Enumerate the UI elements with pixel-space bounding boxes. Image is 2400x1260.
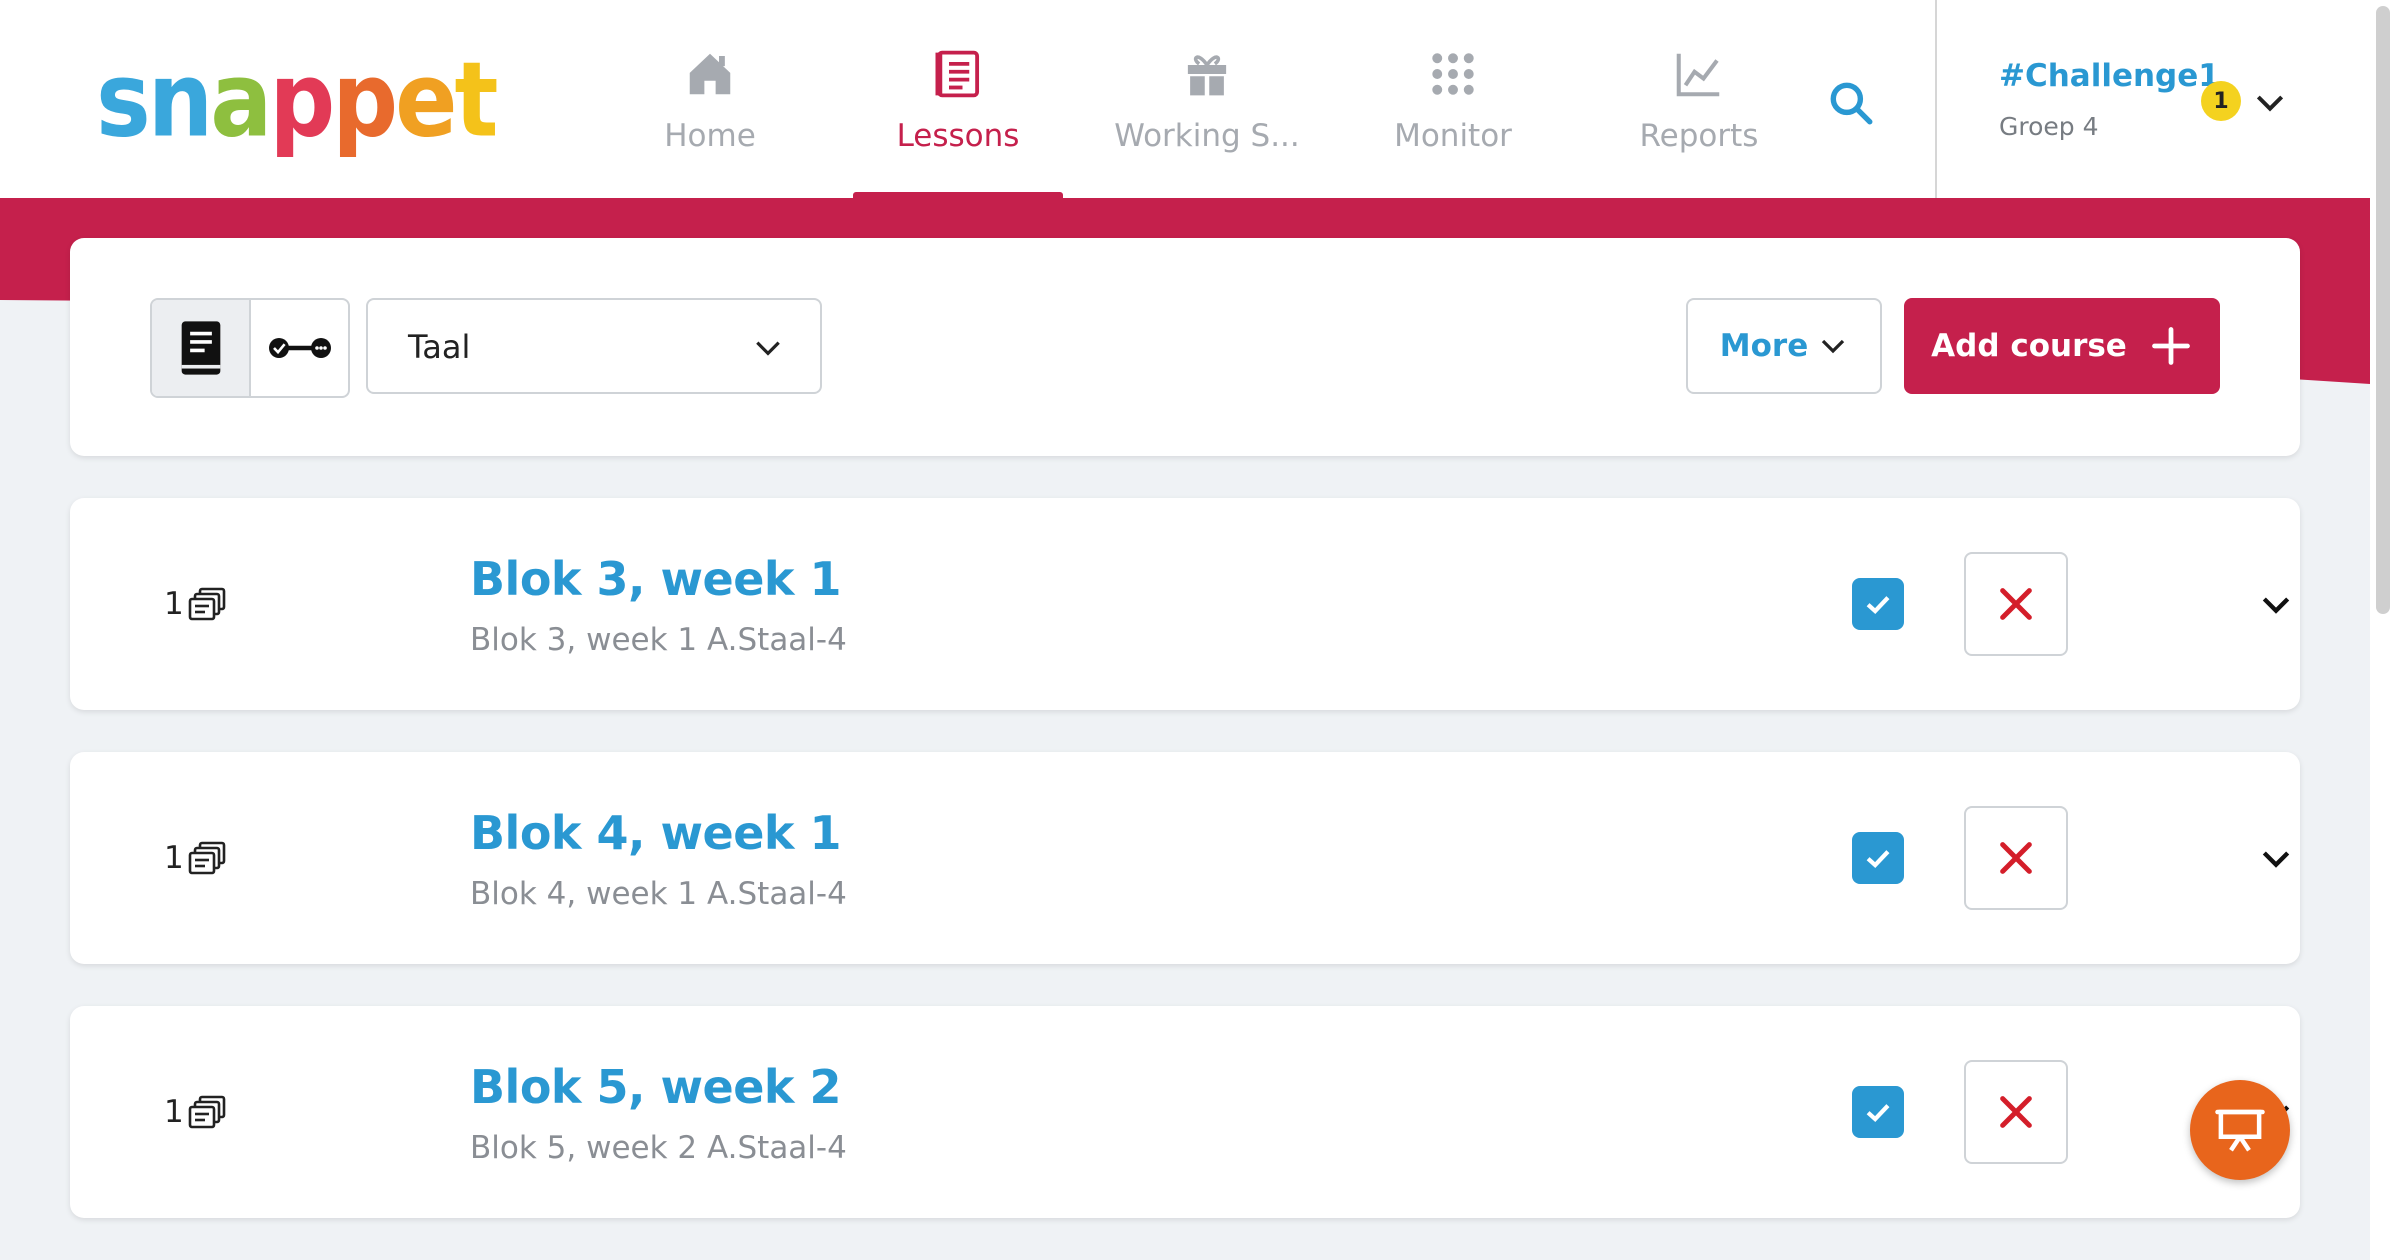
scrollbar-thumb[interactable]: [2376, 6, 2390, 614]
plus-icon: [2151, 327, 2190, 365]
delete-button[interactable]: [1964, 806, 2068, 910]
lesson-count: 1: [164, 586, 226, 622]
nav-working-sets[interactable]: Working S...: [1102, 0, 1312, 198]
subject-select[interactable]: Taal: [366, 298, 822, 394]
logo-letter: n: [147, 40, 213, 161]
chevron-down-icon: [1822, 339, 1845, 354]
chevron-down-icon: [2262, 597, 2290, 614]
notification-badge: 1: [2201, 81, 2241, 121]
snappet-logo[interactable]: snappet: [96, 41, 498, 161]
close-icon: [2000, 1096, 2032, 1128]
lesson-title[interactable]: Blok 4, week 1: [470, 806, 842, 860]
nav-lessons-label: Lessons: [896, 118, 1020, 154]
top-navigation-bar: snappet Home Lessons Working S... Monito…: [0, 0, 2400, 199]
delete-button[interactable]: [1964, 552, 2068, 656]
logo-letter: p: [269, 40, 335, 161]
presentation-button[interactable]: [2190, 1080, 2290, 1180]
lesson-subtitle: Blok 5, week 2 A.Staal-4: [470, 1130, 847, 1166]
search-icon: [1830, 82, 1873, 125]
logo-letter: e: [395, 40, 457, 161]
lesson-subtitle: Blok 4, week 1 A.Staal-4: [470, 876, 847, 912]
logo-letter: p: [332, 40, 398, 161]
lesson-count: 1: [164, 840, 226, 876]
chevron-down-icon: [2262, 851, 2290, 868]
gift-icon: [1177, 44, 1237, 104]
book-view-button[interactable]: [152, 300, 251, 396]
timeline-view-button[interactable]: [251, 300, 348, 396]
nav-monitor[interactable]: Monitor: [1348, 0, 1558, 198]
nav-monitor-label: Monitor: [1394, 118, 1512, 154]
lesson-title[interactable]: Blok 3, week 1: [470, 552, 842, 606]
expand-row-button[interactable]: [2256, 584, 2296, 624]
delete-button[interactable]: [1964, 1060, 2068, 1164]
timeline-icon: [268, 338, 331, 358]
checkmark-icon: [1866, 850, 1890, 869]
logo-letter: t: [454, 40, 498, 161]
presentation-icon: [2215, 1109, 2265, 1152]
home-icon: [680, 44, 740, 104]
account-switcher[interactable]: #Challenge1 Groep 4 1: [1935, 0, 2367, 198]
lesson-title[interactable]: Blok 5, week 2: [470, 1060, 842, 1114]
nav-working-sets-label: Working S...: [1114, 118, 1300, 154]
checkmark-icon: [1866, 1104, 1890, 1123]
lesson-count: 1: [164, 1094, 226, 1130]
nav-home-label: Home: [664, 118, 756, 154]
search-button[interactable]: [1826, 78, 1876, 128]
nav-reports-label: Reports: [1639, 118, 1759, 154]
view-toggle: [150, 298, 350, 398]
copies-icon: [188, 1095, 226, 1129]
nav-home[interactable]: Home: [605, 0, 815, 198]
copies-icon: [188, 587, 226, 621]
chart-line-icon: [1669, 44, 1729, 104]
lesson-row[interactable]: 1 Blok 5, week 2 Blok 5, week 2 A.Staal-…: [70, 1006, 2300, 1218]
more-button[interactable]: More: [1686, 298, 1882, 394]
more-button-label: More: [1719, 328, 1809, 364]
subject-select-value: Taal: [408, 328, 471, 366]
close-icon: [2000, 588, 2032, 620]
grid-dots-icon: [1423, 44, 1483, 104]
account-name: #Challenge1: [1999, 58, 2220, 94]
book-icon: [181, 321, 220, 375]
lesson-subtitle: Blok 3, week 1 A.Staal-4: [470, 622, 847, 658]
nav-reports[interactable]: Reports: [1594, 0, 1804, 198]
lesson-count-value: 1: [164, 840, 184, 876]
expand-row-button[interactable]: [2256, 838, 2296, 878]
chevron-down-icon: [756, 341, 780, 356]
lesson-count-value: 1: [164, 1094, 184, 1130]
lesson-row[interactable]: 1 Blok 4, week 1 Blok 4, week 1 A.Staal-…: [70, 752, 2300, 964]
lesson-checkbox[interactable]: [1852, 1086, 1904, 1138]
lesson-checkbox[interactable]: [1852, 578, 1904, 630]
filter-toolbar: Taal More Add course: [70, 238, 2300, 456]
checkmark-icon: [1866, 596, 1890, 615]
chevron-down-icon[interactable]: [2250, 82, 2290, 122]
copies-icon: [188, 841, 226, 875]
add-course-label: Add course: [1931, 328, 2127, 364]
close-icon: [2000, 842, 2032, 874]
lessons-icon: [928, 44, 988, 104]
logo-letter: s: [96, 40, 151, 161]
lesson-row[interactable]: 1 Blok 3, week 1 Blok 3, week 1 A.Staal-…: [70, 498, 2300, 710]
lesson-checkbox[interactable]: [1852, 832, 1904, 884]
add-course-button[interactable]: Add course: [1904, 298, 2220, 394]
logo-letter: a: [210, 40, 272, 161]
account-group: Groep 4: [1999, 112, 2099, 141]
nav-lessons[interactable]: Lessons: [853, 0, 1063, 198]
lesson-count-value: 1: [164, 586, 184, 622]
